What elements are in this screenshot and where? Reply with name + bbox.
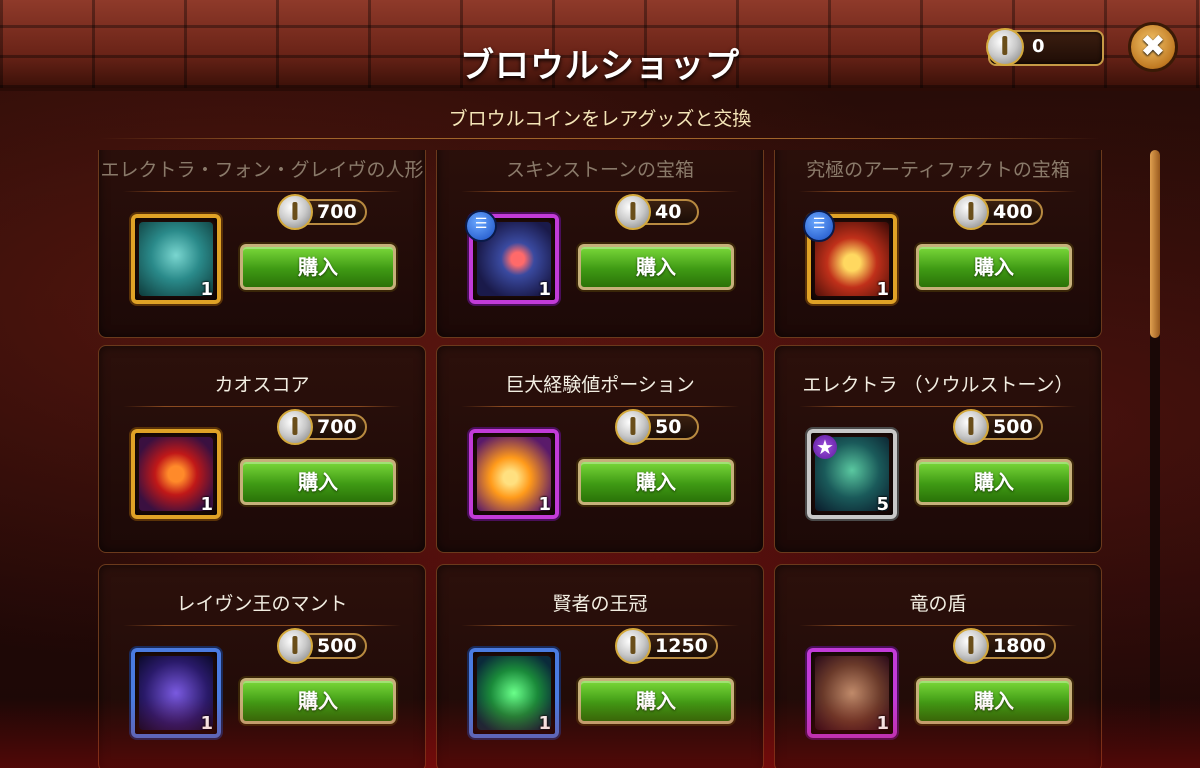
item-quantity: 1 [200,713,213,734]
item-quantity: 1 [538,494,551,515]
item-name: 賢者の王冠 [552,593,648,615]
brawl-coin-icon [986,28,1024,66]
item-price-value: 1800 [993,635,1046,657]
item-name: スキンストーンの宝箱 [505,159,695,181]
buy-button[interactable]: 購入 [578,678,734,724]
scrollbar-thumb[interactable] [1150,150,1160,338]
buy-button[interactable]: 購入 [916,459,1072,505]
item-name: エレクトラ （ソウルストーン） [802,374,1074,396]
item-price: 500 [277,628,367,664]
shop-item-card: 巨大経験値ポーション 1 50 購入 [436,345,764,553]
item-name: レイヴン王のマント [176,593,348,615]
item-divider [123,406,401,407]
item-shield-icon[interactable]: 1 [807,648,897,738]
item-chest-icon[interactable]: 1 ☰ [803,210,897,304]
item-name: 巨大経験値ポーション [505,374,695,396]
item-crown-icon[interactable]: 1 [469,648,559,738]
item-price: 700 [277,194,367,230]
item-price: 1250 [615,628,718,664]
shop-item-card: 究極のアーティファクトの宝箱 1 ☰ 400 購入 [774,150,1102,338]
item-divider [799,191,1077,192]
brawl-coin-icon [615,194,651,230]
item-quantity: 1 [876,713,889,734]
shop-item-card: レイヴン王のマント 1 500 購入 [98,564,426,768]
shop-item-card: 竜の盾 1 1800 購入 [774,564,1102,768]
item-price-value: 700 [317,201,357,223]
buy-button[interactable]: 購入 [240,244,396,290]
item-name: エレクトラ・フォン・グレイヴの人形 [100,159,424,181]
brawl-coin-icon [615,409,651,445]
brawl-coin-icon [953,628,989,664]
item-price-value: 1250 [655,635,708,657]
item-cube-icon[interactable]: 1 ☰ [465,210,559,304]
close-button[interactable]: ✖ [1128,22,1178,72]
item-divider [799,406,1077,407]
list-info-icon[interactable]: ☰ [465,210,497,242]
shop-item-card: スキンストーンの宝箱 1 ☰ 40 購入 [436,150,764,338]
shop-item-grid[interactable]: エレクトラ・フォン・グレイヴの人形 1 700 購入 スキンストーンの宝箱 1 ☰ 40 購入究… [98,150,1104,768]
item-divider [799,625,1077,626]
list-info-icon[interactable]: ☰ [803,210,835,242]
item-price-value: 700 [317,416,357,438]
subtitle-divider [100,138,1100,139]
item-core-icon[interactable]: 1 [131,429,221,519]
brawl-coin-icon [615,628,651,664]
shop-subtitle: ブロウルコインをレアグッズと交換 [448,108,752,130]
shop-item-card: 賢者の王冠 1 1250 購入 [436,564,764,768]
item-quantity: 1 [538,713,551,734]
item-price: 50 [615,409,699,445]
item-price: 40 [615,194,699,230]
brawl-coin-balance: 0 [986,28,1104,66]
item-divider [461,625,739,626]
item-price-value: 40 [655,201,682,223]
item-cloak-icon[interactable]: 1 [131,648,221,738]
shop-item-card: エレクトラ （ソウルストーン） ★ 5 500 購入 [774,345,1102,553]
item-price-value: 500 [317,635,357,657]
item-divider [461,191,739,192]
item-name: 竜の盾 [909,593,967,615]
item-price-value: 400 [993,201,1033,223]
item-divider [123,191,401,192]
buy-button[interactable]: 購入 [916,244,1072,290]
item-doll-icon[interactable]: 1 [131,214,221,304]
item-quantity: 1 [200,494,213,515]
item-quantity: 1 [876,279,889,300]
star-icon: ★ [813,435,837,459]
item-price: 1800 [953,628,1056,664]
item-hero-icon[interactable]: ★ 5 [807,429,897,519]
buy-button[interactable]: 購入 [578,459,734,505]
item-divider [461,406,739,407]
item-price-value: 50 [655,416,682,438]
item-price: 700 [277,409,367,445]
buy-button[interactable]: 購入 [240,459,396,505]
item-name: 究極のアーティファクトの宝箱 [806,159,1070,181]
shop-item-card: カオスコア 1 700 購入 [98,345,426,553]
buy-button[interactable]: 購入 [578,244,734,290]
item-name: カオスコア [214,374,310,396]
brawl-coin-icon [277,628,313,664]
item-price: 400 [953,194,1043,230]
brawl-coin-balance-value: 0 [1032,36,1045,57]
item-quantity: 5 [876,494,889,515]
item-divider [123,625,401,626]
brawl-coin-icon [277,194,313,230]
item-potion-icon[interactable]: 1 [469,429,559,519]
brawl-coin-icon [953,409,989,445]
brawl-coin-icon [953,194,989,230]
brawl-coin-icon [277,409,313,445]
item-quantity: 1 [538,279,551,300]
buy-button[interactable]: 購入 [916,678,1072,724]
item-price-value: 500 [993,416,1033,438]
item-price: 500 [953,409,1043,445]
item-quantity: 1 [200,279,213,300]
shop-item-card: エレクトラ・フォン・グレイヴの人形 1 700 購入 [98,150,426,338]
buy-button[interactable]: 購入 [240,678,396,724]
